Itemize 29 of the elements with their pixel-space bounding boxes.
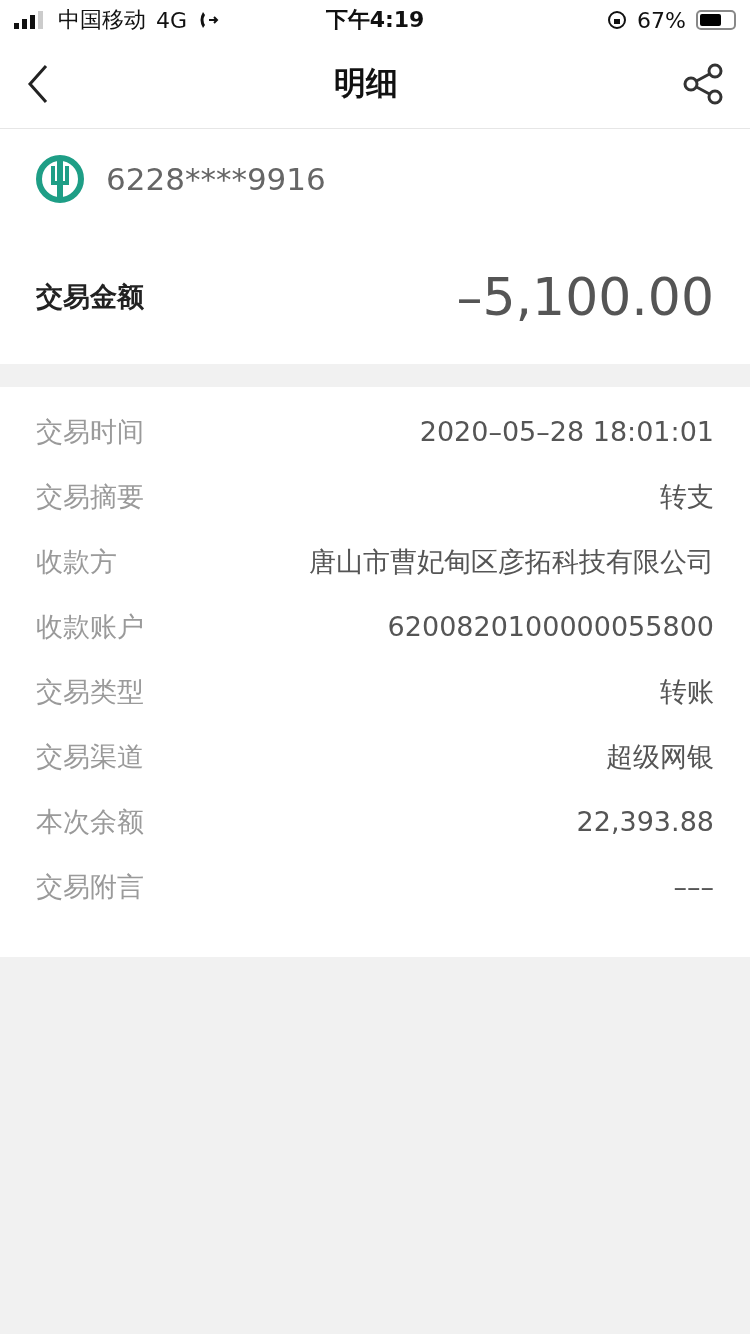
detail-value: 超级网银 [606, 739, 714, 774]
detail-label: 交易类型 [36, 674, 144, 709]
detail-label: 收款方 [36, 544, 117, 579]
detail-value: 转账 [660, 674, 714, 709]
detail-label: 交易渠道 [36, 739, 144, 774]
detail-value: ––– [673, 871, 714, 902]
network-type: 4G [156, 7, 188, 33]
bank-logo-icon [36, 155, 84, 203]
detail-label: 收款账户 [36, 609, 144, 644]
card-number: 6228****9916 [106, 161, 326, 197]
battery-percent: 67% [637, 7, 686, 33]
rotation-lock-icon [607, 10, 628, 30]
page-title: 明细 [334, 63, 398, 104]
detail-label: 交易附言 [36, 869, 144, 904]
detail-value: 转支 [660, 479, 714, 514]
detail-label: 交易时间 [36, 414, 144, 449]
amount-value: –5,100.00 [456, 266, 714, 327]
detail-label: 交易摘要 [36, 479, 144, 514]
back-button[interactable] [26, 64, 50, 104]
battery-icon [696, 10, 736, 30]
amount-label: 交易金额 [36, 279, 144, 314]
detail-value: 唐山市曹妃甸区彦拓科技有限公司 [309, 544, 714, 579]
detail-value: 2020–05–28 18:01:01 [419, 416, 714, 447]
detail-label: 本次余额 [36, 804, 144, 839]
carrier-name: 中国移动 [58, 6, 146, 34]
clock-time: 下午4:19 [325, 6, 425, 34]
detail-value: 22,393.88 [576, 806, 714, 837]
detail-value: 6200820100000055800 [387, 611, 714, 642]
share-button[interactable] [682, 63, 724, 105]
